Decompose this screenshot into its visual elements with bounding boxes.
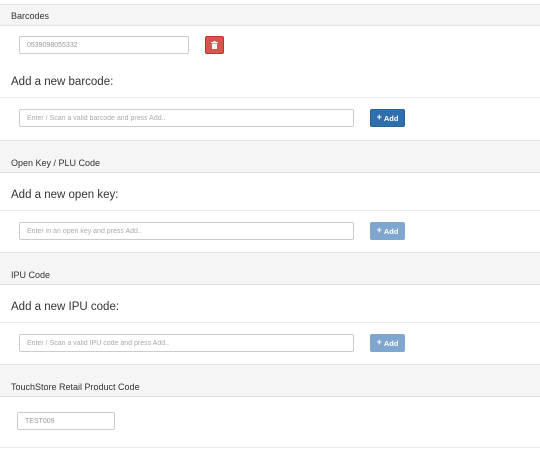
ipu-header-label: IPU Code: [11, 270, 51, 280]
barcodes-header-label: Barcodes: [11, 11, 50, 21]
touchstore-header-label: TouchStore Retail Product Code: [11, 382, 140, 392]
trash-icon: [211, 41, 218, 49]
add-ipu-title: Add a new IPU code:: [11, 301, 120, 313]
open-key-section-header: Open Key / PLU Code: [0, 140, 540, 173]
plus-icon: +: [376, 337, 382, 347]
divider: [0, 210, 540, 211]
divider: [0, 447, 540, 448]
barcodes-section-header: Barcodes: [0, 4, 540, 26]
existing-barcode-field[interactable]: [19, 36, 189, 54]
new-barcode-input[interactable]: [19, 109, 354, 127]
add-barcode-label: Add: [383, 113, 399, 123]
delete-barcode-button[interactable]: [205, 36, 224, 54]
add-barcode-button[interactable]: + Add: [370, 109, 405, 127]
add-ipu-button[interactable]: + Add: [370, 334, 405, 352]
add-open-key-button[interactable]: + Add: [370, 222, 405, 240]
new-open-key-input[interactable]: [19, 222, 354, 240]
plus-icon: +: [376, 225, 382, 235]
add-barcode-title: Add a new barcode:: [11, 76, 114, 88]
add-open-key-title: Add a new open key:: [11, 189, 119, 201]
touchstore-section-header: TouchStore Retail Product Code: [0, 364, 540, 397]
open-key-header-label: Open Key / PLU Code: [11, 158, 101, 168]
add-open-key-label: Add: [383, 226, 399, 236]
add-ipu-label: Add: [383, 338, 399, 348]
touchstore-code-field[interactable]: [17, 412, 115, 430]
new-ipu-input[interactable]: [19, 334, 354, 352]
divider: [0, 97, 540, 98]
ipu-section-header: IPU Code: [0, 252, 540, 285]
divider: [0, 322, 540, 323]
plus-icon: +: [376, 112, 382, 122]
